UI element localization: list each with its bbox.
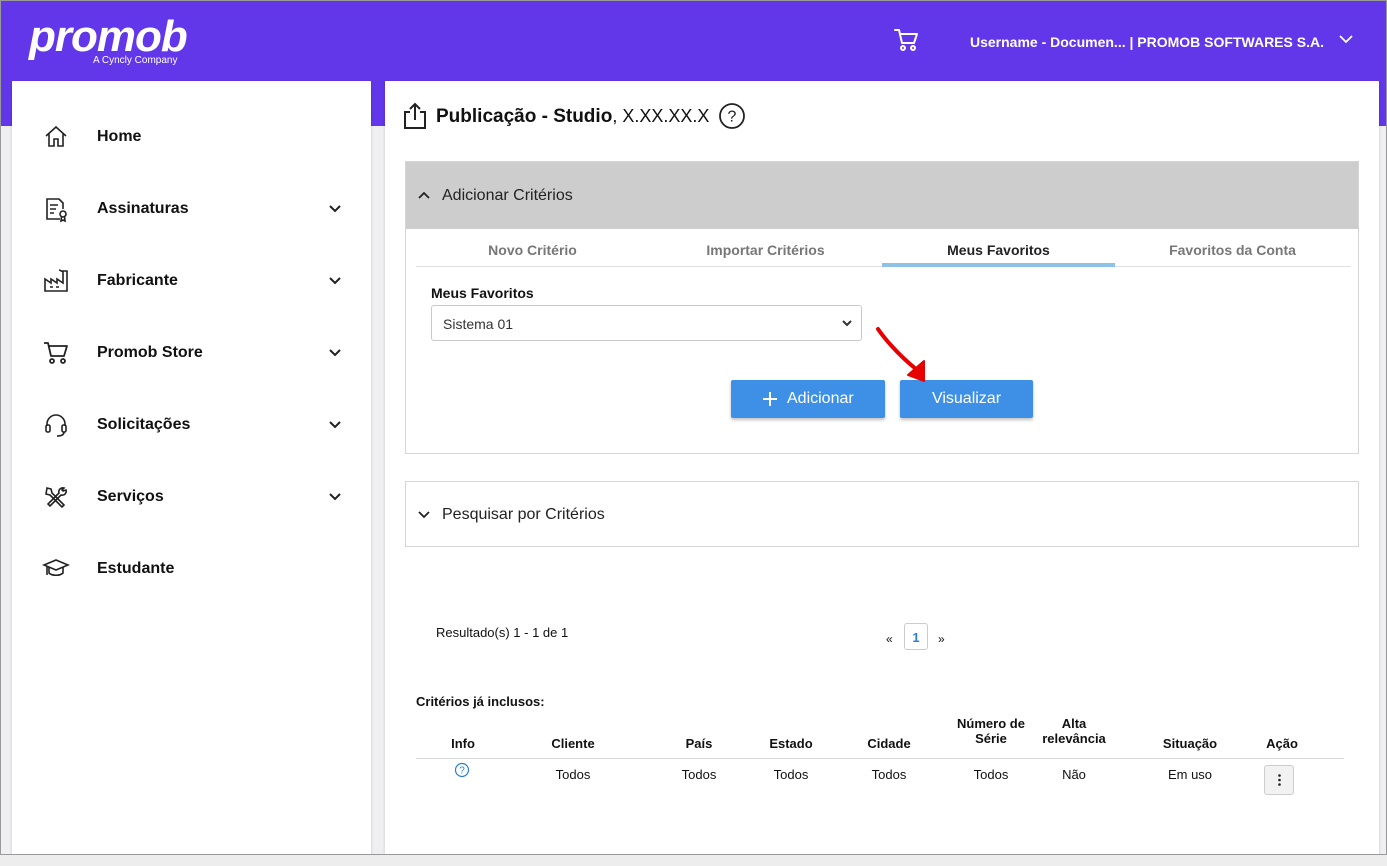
search-criteria-title: Pesquisar por Critérios (442, 506, 605, 523)
help-icon[interactable]: ? (718, 102, 746, 130)
cell-numero-serie: Todos (973, 767, 1009, 782)
plus-icon (763, 392, 777, 406)
sidebar-item-estudante[interactable]: Estudante (12, 543, 371, 593)
add-criteria-header[interactable]: Adicionar Critérios (406, 162, 1358, 229)
chevron-up-icon (418, 191, 430, 199)
favorites-select[interactable]: Sistema 01 (431, 305, 862, 341)
row-action-button[interactable] (1264, 765, 1294, 795)
user-account-label[interactable]: Username - Documen... | PROMOB SOFTWARES… (970, 34, 1324, 50)
chevron-down-icon[interactable] (1338, 31, 1354, 47)
add-criteria-panel: Adicionar Critérios Novo Critério Import… (405, 161, 1359, 454)
logo-wordmark: promob (29, 12, 188, 61)
factory-icon (44, 269, 68, 292)
chevron-down-icon (329, 493, 341, 501)
sidebar-item-promob-store[interactable]: Promob Store (12, 327, 371, 377)
svg-text:?: ? (459, 766, 465, 777)
tab-importar-criterios[interactable]: Importar Critérios (649, 229, 882, 267)
cell-estado: Todos (773, 767, 809, 782)
results-summary: Resultado(s) 1 - 1 de 1 (436, 625, 569, 640)
column-header-info: Info (451, 736, 475, 751)
sidebar-item-solicitacoes[interactable]: Solicitações (12, 399, 371, 449)
included-criteria-caption: Critérios já inclusos: (416, 694, 545, 709)
cell-situacao: Em uso (1167, 767, 1213, 782)
chevron-down-icon (329, 349, 341, 357)
chevron-down-icon (842, 320, 852, 327)
pagination-page[interactable]: 1 (904, 623, 928, 650)
pagination-next[interactable]: » (938, 632, 945, 646)
logo-subtitle: A Cyncly Company (93, 55, 178, 66)
add-criteria-title: Adicionar Critérios (442, 187, 573, 204)
svg-text:?: ? (728, 109, 737, 126)
promob-logo[interactable]: promob A Cyncly Company (29, 12, 188, 67)
chevron-down-icon (418, 511, 430, 519)
sidebar-item-label: Serviços (97, 488, 164, 505)
page-title: Publicação - Studio, X.XX.XX.X (436, 106, 709, 128)
column-header-cidade: Cidade (867, 736, 911, 751)
main-content: Publicação - Studio, X.XX.XX.X ? Adicion… (385, 81, 1379, 854)
column-header-pais: País (685, 736, 713, 751)
help-icon[interactable]: ? (454, 762, 470, 778)
home-icon (45, 125, 67, 147)
cell-cliente: Todos (555, 767, 591, 782)
sidebar-item-servicos[interactable]: Serviços (12, 471, 371, 521)
add-button-label: Adicionar (787, 390, 854, 407)
criteria-tabs: Novo Critério Importar Critérios Meus Fa… (416, 229, 1350, 267)
chevron-down-icon (329, 421, 341, 429)
sidebar: Home Assinaturas Fabricante Promob Store… (12, 81, 371, 854)
share-upload-icon (404, 102, 426, 129)
column-header-numero-serie: Número de Série (957, 716, 1025, 746)
kebab-menu-icon (1278, 774, 1281, 786)
table-header-divider (416, 758, 1344, 759)
cell-alta-relevancia: Não (1062, 767, 1086, 782)
tab-favoritos-da-conta[interactable]: Favoritos da Conta (1116, 229, 1349, 267)
sidebar-item-label: Estudante (97, 560, 175, 577)
document-badge-icon (46, 198, 67, 223)
favorites-select-value: Sistema 01 (443, 316, 514, 332)
page-version: , X.XX.XX.X (612, 106, 710, 126)
sidebar-item-label: Assinaturas (97, 200, 189, 217)
sidebar-item-label: Promob Store (97, 344, 203, 361)
app-window: promob A Cyncly Company Username - Docum… (0, 0, 1387, 855)
column-header-cliente: Cliente (551, 736, 595, 751)
column-header-situacao: Situação (1162, 736, 1218, 751)
tab-meus-favoritos[interactable]: Meus Favoritos (882, 229, 1115, 267)
column-header-alta-relevancia: Alta relevância (1042, 716, 1106, 746)
sidebar-item-home[interactable]: Home (12, 111, 371, 161)
sidebar-item-label: Solicitações (97, 416, 191, 433)
column-header-acao: Ação (1266, 736, 1298, 751)
search-criteria-panel[interactable]: Pesquisar por Critérios (405, 481, 1359, 547)
chevron-down-icon (329, 277, 341, 285)
chevron-down-icon (329, 205, 341, 213)
cart-icon[interactable] (893, 27, 919, 53)
column-header-estado: Estado (769, 736, 813, 751)
sidebar-item-label: Fabricante (97, 272, 178, 289)
sidebar-item-assinaturas[interactable]: Assinaturas (12, 183, 371, 233)
pagination-prev[interactable]: « (886, 632, 893, 646)
add-button[interactable]: Adicionar (731, 380, 885, 418)
cell-pais: Todos (681, 767, 717, 782)
annotation-arrow-icon (876, 327, 925, 382)
headset-icon (45, 414, 67, 437)
sidebar-item-fabricante[interactable]: Fabricante (12, 255, 371, 305)
page-title-text: Publicação - Studio (436, 106, 613, 127)
tools-icon (45, 487, 67, 509)
sidebar-item-label: Home (97, 128, 142, 145)
tab-novo-criterio[interactable]: Novo Critério (416, 229, 649, 267)
graduation-cap-icon (42, 559, 70, 577)
cell-cidade: Todos (871, 767, 907, 782)
favorites-label: Meus Favoritos (431, 285, 534, 301)
cart-icon (44, 342, 68, 364)
